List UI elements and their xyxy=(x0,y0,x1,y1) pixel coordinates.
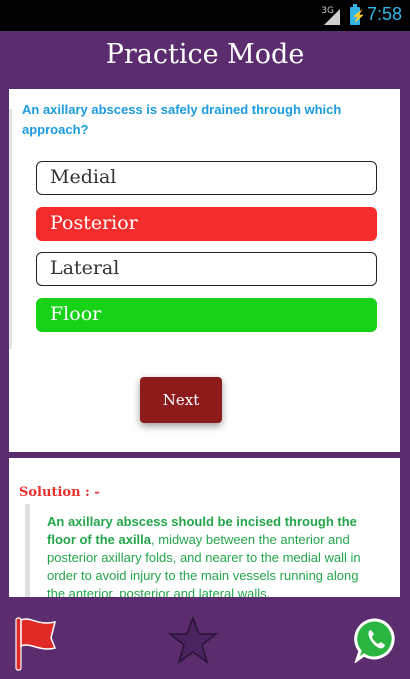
option-posterior[interactable]: Posterior xyxy=(36,207,377,241)
app-header: Practice Mode xyxy=(0,31,410,81)
status-bar: 3G ⚡ 7:58 xyxy=(0,0,410,31)
option-medial[interactable]: Medial xyxy=(36,161,377,195)
solution-quote-bar xyxy=(25,504,30,597)
next-button[interactable]: Next xyxy=(140,377,222,423)
question-card: An axillary abscess is safely drained th… xyxy=(9,89,400,452)
signal-icon xyxy=(324,9,340,25)
whatsapp-icon[interactable] xyxy=(354,617,398,668)
card-edge xyxy=(9,109,12,349)
bottom-bar xyxy=(0,597,410,679)
star-icon[interactable] xyxy=(167,615,219,670)
question-text: An axillary abscess is safely drained th… xyxy=(22,102,342,137)
option-floor[interactable]: Floor xyxy=(36,298,377,332)
option-lateral[interactable]: Lateral xyxy=(36,252,377,286)
solution-heading: Solution : - xyxy=(19,485,100,500)
page-title: Practice Mode xyxy=(105,39,305,70)
battery-charging-icon: ⚡ xyxy=(350,4,366,25)
solution-text: An axillary abscess should be incised th… xyxy=(47,513,377,597)
status-time: 7:58 xyxy=(366,4,402,24)
solution-panel: Solution : - An axillary abscess should … xyxy=(9,458,400,597)
flag-icon[interactable] xyxy=(13,614,59,677)
